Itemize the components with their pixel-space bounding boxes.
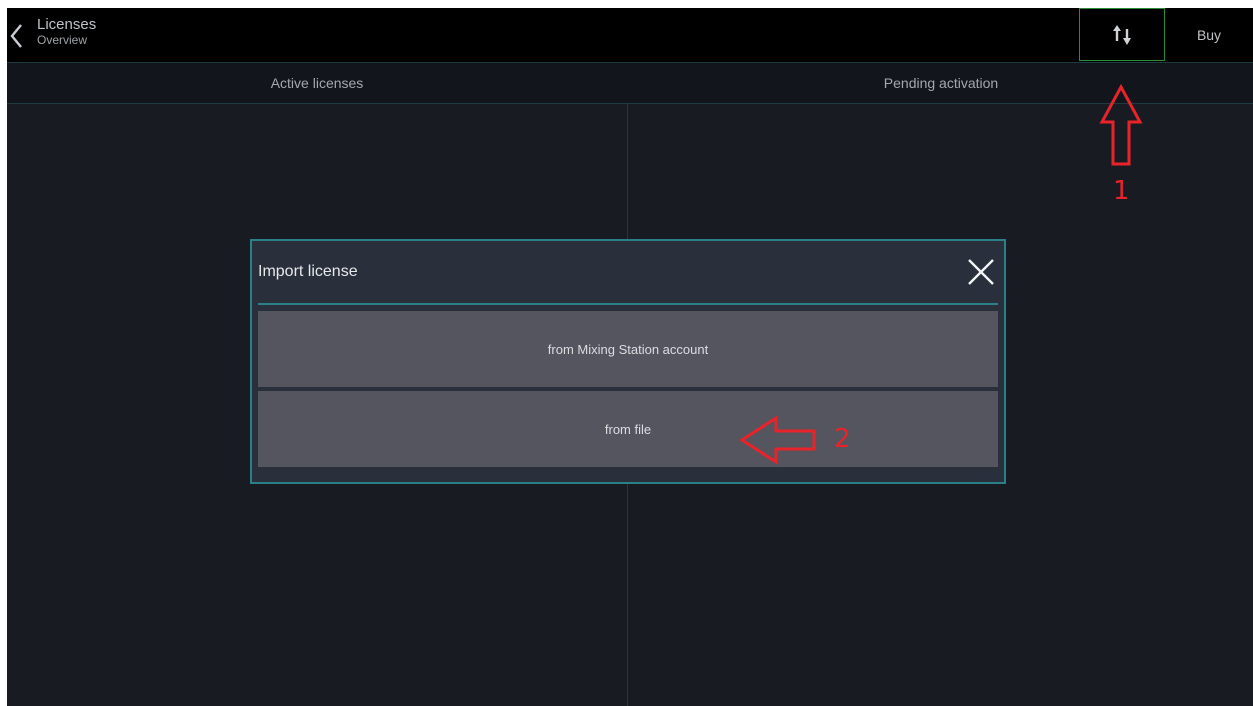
app-window: Licenses Overview Buy Active licenses Pe… (7, 8, 1253, 706)
columns-header: Active licenses Pending activation (7, 63, 1253, 104)
red-up-arrow-icon (1099, 84, 1143, 166)
dialog-title: Import license (258, 263, 358, 280)
page-title: Licenses (37, 16, 97, 33)
red-left-arrow-icon (739, 415, 816, 465)
page-subtitle: Overview (37, 33, 88, 47)
column-title-pending: Pending activation (883, 75, 999, 91)
import-license-dialog: Import license from Mixing Station accou… (250, 239, 1006, 484)
import-from-account-button[interactable]: from Mixing Station account (258, 311, 998, 387)
back-button[interactable] (7, 18, 37, 52)
chevron-left-icon (10, 24, 22, 48)
dialog-close-button[interactable] (964, 255, 998, 289)
import-export-arrows-icon (1113, 24, 1131, 45)
column-title-active: Active licenses (270, 75, 364, 91)
import-from-file-button[interactable]: from file (258, 391, 998, 467)
annotation-number-1: 1 (1113, 176, 1130, 206)
top-bar: Licenses Overview Buy (7, 8, 1253, 63)
close-icon (968, 259, 994, 285)
buy-button[interactable]: Buy (1179, 8, 1239, 62)
annotation-number-2: 2 (834, 424, 851, 454)
dialog-header: Import license (258, 241, 998, 305)
page-title-block: Licenses Overview (37, 16, 96, 47)
import-license-button[interactable] (1079, 8, 1165, 61)
